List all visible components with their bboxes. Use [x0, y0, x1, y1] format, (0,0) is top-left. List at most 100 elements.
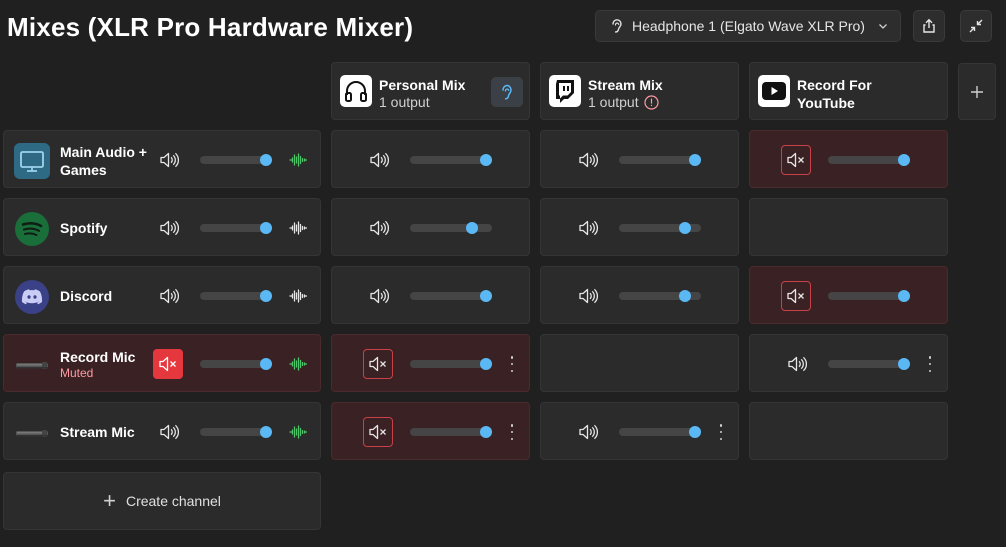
speaker-icon[interactable] [158, 422, 180, 442]
mix-cell [331, 198, 530, 256]
slider-thumb[interactable] [260, 358, 272, 370]
microphone-icon [14, 347, 50, 383]
page-title: Mixes (XLR Pro Hardware Mixer) [7, 12, 414, 42]
slider-thumb[interactable] [678, 290, 691, 302]
waveform-icon [289, 289, 308, 303]
speaker-icon[interactable] [577, 150, 599, 170]
slider-thumb[interactable] [480, 358, 492, 370]
collapse-button[interactable] [960, 10, 992, 42]
collapse-icon [969, 19, 983, 33]
mute-button[interactable] [781, 281, 811, 311]
speaker-icon[interactable] [368, 286, 390, 306]
volume-slider[interactable] [619, 290, 701, 302]
slider-thumb[interactable] [260, 290, 272, 302]
channel-name: Stream Mic [60, 424, 135, 440]
mix-cell [749, 130, 948, 188]
more-options-icon[interactable] [718, 424, 724, 440]
mix-cell [540, 402, 739, 460]
mix-output-count: 1 output [379, 94, 430, 110]
volume-slider[interactable] [200, 154, 272, 166]
mix-header-youtube[interactable]: Record For YouTube [749, 62, 948, 120]
mute-button[interactable] [363, 349, 393, 379]
share-button[interactable] [913, 10, 945, 42]
mix-cell [540, 130, 739, 188]
volume-slider[interactable] [828, 154, 910, 166]
volume-slider[interactable] [410, 290, 492, 302]
more-options-icon[interactable] [509, 424, 515, 440]
slider-thumb[interactable] [480, 426, 492, 438]
chevron-down-icon [879, 24, 887, 29]
channel-name: Spotify [60, 220, 108, 236]
volume-slider[interactable] [200, 426, 272, 438]
slider-thumb[interactable] [260, 154, 272, 166]
speaker-icon[interactable] [368, 218, 390, 238]
speaker-icon[interactable] [158, 218, 180, 238]
speaker-icon[interactable] [158, 286, 180, 306]
monitor-output-label: Headphone 1 (Elgato Wave XLR Pro) [632, 18, 865, 34]
add-mix-button[interactable] [958, 63, 996, 120]
volume-slider[interactable] [619, 222, 701, 234]
waveform-icon [289, 357, 308, 371]
volume-slider[interactable] [200, 290, 272, 302]
speaker-icon[interactable] [577, 218, 599, 238]
mix-header-stream[interactable]: Stream Mix 1 output [540, 62, 739, 120]
volume-slider[interactable] [410, 358, 492, 370]
volume-slider[interactable] [619, 154, 701, 166]
speaker-icon[interactable] [786, 354, 808, 374]
mix-cell [331, 402, 530, 460]
slider-thumb[interactable] [260, 222, 272, 234]
slider-thumb[interactable] [260, 426, 272, 438]
more-options-icon[interactable] [509, 356, 515, 372]
volume-slider[interactable] [619, 426, 701, 438]
slider-thumb[interactable] [678, 222, 691, 234]
mix-header-personal[interactable]: Personal Mix 1 output [331, 62, 530, 120]
volume-slider[interactable] [410, 426, 492, 438]
volume-slider[interactable] [200, 222, 272, 234]
slider-track [410, 224, 492, 232]
export-icon [923, 18, 935, 33]
microphone-icon [14, 415, 50, 451]
speaker-muted-icon [787, 288, 804, 304]
channel-name: Main Audio + Games [60, 144, 147, 178]
channel-status: Muted [60, 366, 94, 380]
mute-button[interactable] [781, 145, 811, 175]
speaker-muted-icon [159, 356, 176, 372]
volume-slider[interactable] [200, 358, 272, 370]
mute-button[interactable] [153, 349, 183, 379]
volume-slider[interactable] [828, 358, 910, 370]
mix-cell [540, 266, 739, 324]
speaker-icon[interactable] [368, 150, 390, 170]
slider-thumb[interactable] [898, 290, 910, 302]
speaker-muted-icon [369, 424, 386, 440]
volume-slider[interactable] [410, 154, 492, 166]
mix-name: Personal Mix [379, 77, 466, 93]
info-warning-icon[interactable] [644, 94, 659, 110]
slider-thumb[interactable] [898, 358, 910, 370]
mix-name: Stream Mix [588, 77, 663, 93]
speaker-icon[interactable] [577, 422, 599, 442]
volume-slider[interactable] [828, 290, 910, 302]
ear-icon [502, 84, 512, 100]
speaker-muted-icon [369, 356, 386, 372]
slider-thumb[interactable] [689, 154, 701, 166]
channel-card: Discord [3, 266, 321, 324]
volume-slider[interactable] [410, 222, 492, 234]
spotify-icon [14, 211, 50, 247]
mute-button[interactable] [363, 417, 393, 447]
speaker-icon[interactable] [158, 150, 180, 170]
discord-icon [14, 279, 50, 315]
more-options-icon[interactable] [927, 356, 933, 372]
monitor-output-select[interactable]: Headphone 1 (Elgato Wave XLR Pro) [595, 10, 901, 42]
mix-name: Record For YouTube [797, 77, 872, 111]
slider-thumb[interactable] [480, 154, 492, 166]
create-channel-button[interactable]: + Create channel [3, 472, 321, 530]
monitor-icon [14, 143, 50, 179]
slider-thumb[interactable] [689, 426, 701, 438]
channel-name: Discord [60, 288, 113, 304]
slider-thumb[interactable] [480, 290, 492, 302]
create-channel-label: Create channel [125, 493, 221, 509]
slider-thumb[interactable] [898, 154, 910, 166]
speaker-icon[interactable] [577, 286, 599, 306]
slider-thumb[interactable] [466, 222, 478, 234]
listen-button[interactable] [491, 77, 523, 107]
